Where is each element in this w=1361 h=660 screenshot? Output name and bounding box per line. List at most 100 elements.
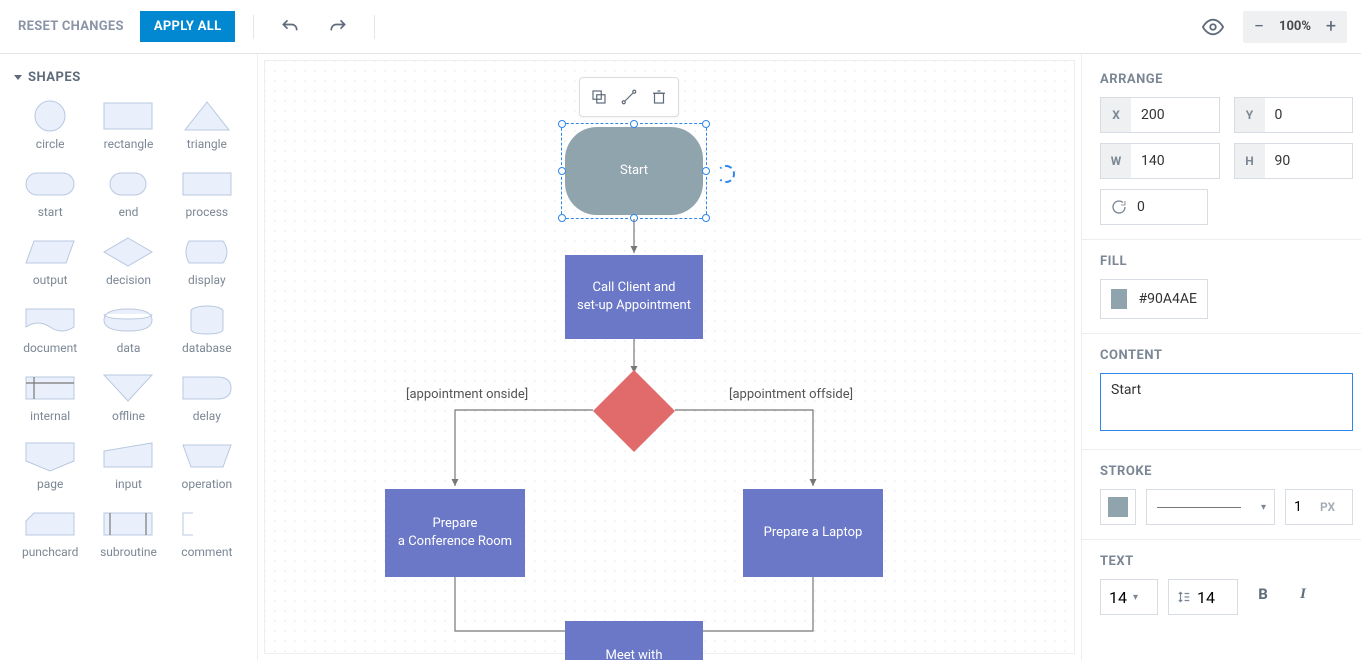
shape-punchcard[interactable]: punchcard xyxy=(14,503,86,565)
shape-rectangle[interactable]: rectangle xyxy=(92,95,164,157)
field-rotation[interactable] xyxy=(1100,189,1208,225)
arrange-title: ARRANGE xyxy=(1100,72,1353,87)
line-height-field[interactable]: 14 xyxy=(1168,579,1238,615)
node-prepare-conf[interactable]: Prepare a Conference Room xyxy=(385,489,525,577)
separator xyxy=(374,15,375,39)
stroke-unit: PX xyxy=(1320,500,1335,514)
resize-handle-s[interactable] xyxy=(630,214,638,222)
stroke-width-input[interactable] xyxy=(1294,499,1316,515)
input-h[interactable] xyxy=(1265,153,1353,169)
edge-label-offside: [appointment offside] xyxy=(729,387,853,402)
shape-input[interactable]: input xyxy=(92,435,164,497)
internal-icon xyxy=(24,371,76,405)
shape-page[interactable]: page xyxy=(14,435,86,497)
content-input[interactable] xyxy=(1100,373,1353,431)
zoom-out-button[interactable]: − xyxy=(1243,11,1275,43)
shape-decision[interactable]: decision xyxy=(92,231,164,293)
copy-button[interactable] xyxy=(584,82,614,112)
shape-delay[interactable]: delay xyxy=(171,367,243,429)
selection-toolbar xyxy=(579,77,679,117)
node-decision[interactable] xyxy=(593,370,675,452)
field-w[interactable]: W xyxy=(1100,143,1220,179)
fill-control[interactable]: #90A4AE xyxy=(1100,279,1208,319)
shape-display[interactable]: display xyxy=(171,231,243,293)
label-h: H xyxy=(1235,144,1265,178)
caret-down-icon xyxy=(14,75,22,80)
apply-all-button[interactable]: APPLY ALL xyxy=(140,11,236,42)
database-icon xyxy=(181,303,233,337)
node-start[interactable]: Start xyxy=(565,127,703,215)
node-meet-text: Meet with the Client xyxy=(606,647,663,660)
bold-button[interactable]: B xyxy=(1248,579,1278,609)
punchcard-icon xyxy=(24,507,76,541)
shapes-title: SHAPES xyxy=(28,70,81,85)
resize-handle-ne[interactable] xyxy=(702,120,710,128)
resize-handle-nw[interactable] xyxy=(558,120,566,128)
field-x[interactable]: X xyxy=(1100,97,1220,133)
node-call-client[interactable]: Call Client and set-up Appointment xyxy=(565,255,703,339)
input-y[interactable] xyxy=(1265,107,1353,123)
shape-data[interactable]: data xyxy=(92,299,164,361)
shape-process[interactable]: process xyxy=(171,163,243,225)
shape-end[interactable]: end xyxy=(92,163,164,225)
connect-button[interactable] xyxy=(614,82,644,112)
shape-label: display xyxy=(188,273,226,287)
italic-button[interactable]: I xyxy=(1288,579,1318,609)
shape-database[interactable]: database xyxy=(171,299,243,361)
font-size-field[interactable]: 14 ▾ xyxy=(1100,579,1158,615)
input-rotation[interactable] xyxy=(1137,199,1197,215)
undo-button[interactable] xyxy=(272,9,308,45)
triangle-icon xyxy=(181,99,233,133)
stroke-width-field[interactable]: PX xyxy=(1285,489,1353,525)
shapes-section-header[interactable]: SHAPES xyxy=(14,70,243,85)
shape-comment[interactable]: comment xyxy=(171,503,243,565)
input-w[interactable] xyxy=(1131,153,1219,169)
shape-circle[interactable]: circle xyxy=(14,95,86,157)
resize-handle-e[interactable] xyxy=(702,167,710,175)
stroke-color-control[interactable] xyxy=(1100,489,1136,525)
shape-internal[interactable]: internal xyxy=(14,367,86,429)
field-y[interactable]: Y xyxy=(1234,97,1354,133)
field-h[interactable]: H xyxy=(1234,143,1354,179)
shape-operation[interactable]: operation xyxy=(171,435,243,497)
zoom-in-button[interactable]: + xyxy=(1315,11,1347,43)
operation-icon xyxy=(181,439,233,473)
shape-label: page xyxy=(37,477,63,491)
fill-value: #90A4AE xyxy=(1139,291,1197,307)
node-prepare-laptop[interactable]: Prepare a Laptop xyxy=(743,489,883,577)
rotate-handle[interactable] xyxy=(717,165,735,183)
input-x[interactable] xyxy=(1131,107,1219,123)
shape-label: start xyxy=(38,205,63,219)
node-prepare-conf-text: Prepare a Conference Room xyxy=(398,515,512,550)
shape-document[interactable]: document xyxy=(14,299,86,361)
label-w: W xyxy=(1101,144,1131,178)
preview-button[interactable] xyxy=(1195,9,1231,45)
text-title: TEXT xyxy=(1100,554,1353,569)
reset-changes-button[interactable]: RESET CHANGES xyxy=(14,13,128,40)
shape-start[interactable]: start xyxy=(14,163,86,225)
resize-handle-se[interactable] xyxy=(702,214,710,222)
redo-button[interactable] xyxy=(320,9,356,45)
shape-offline[interactable]: offline xyxy=(92,367,164,429)
shape-subroutine[interactable]: subroutine xyxy=(92,503,164,565)
canvas-area[interactable]: Start xyxy=(258,54,1081,660)
offline-icon xyxy=(102,371,154,405)
copy-icon xyxy=(590,88,608,106)
stroke-style-select[interactable]: ▾ xyxy=(1146,489,1275,525)
shape-label: internal xyxy=(30,409,70,423)
shape-output[interactable]: output xyxy=(14,231,86,293)
shape-triangle[interactable]: triangle xyxy=(171,95,243,157)
display-icon xyxy=(181,235,233,269)
label-x: X xyxy=(1101,98,1131,132)
node-meet-client[interactable]: Meet with the Client xyxy=(565,621,703,660)
zoom-level: 100% xyxy=(1275,19,1315,34)
delete-button[interactable] xyxy=(644,82,674,112)
shape-label: output xyxy=(33,273,68,287)
shape-label: punchcard xyxy=(22,545,78,559)
resize-handle-sw[interactable] xyxy=(558,214,566,222)
separator xyxy=(253,15,254,39)
shape-label: input xyxy=(115,477,142,491)
shape-label: subroutine xyxy=(100,545,157,559)
shape-label: delay xyxy=(193,409,221,423)
stroke-line-preview xyxy=(1157,507,1241,508)
